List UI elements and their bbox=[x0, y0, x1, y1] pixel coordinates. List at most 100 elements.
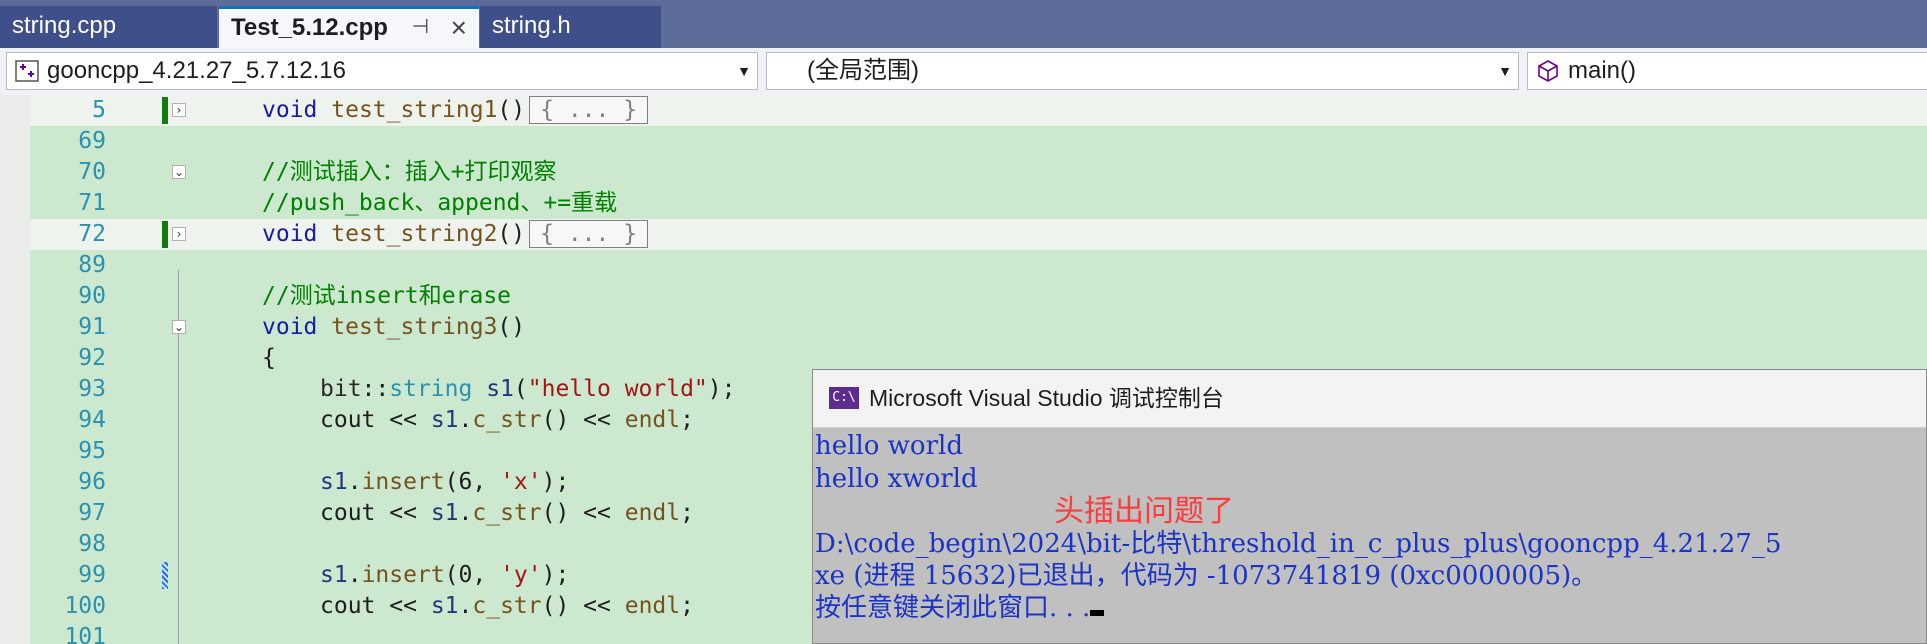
console-output-line: hello world bbox=[815, 431, 963, 461]
method: c_str bbox=[472, 593, 542, 619]
method-cube-icon bbox=[1538, 60, 1558, 82]
identifier: endl bbox=[624, 500, 681, 526]
text-cursor bbox=[1090, 610, 1105, 616]
identifier: endl bbox=[624, 593, 681, 619]
line-number: 96 bbox=[78, 469, 106, 495]
collapsed-block[interactable]: { ... } bbox=[529, 96, 649, 124]
member-name: main() bbox=[1568, 57, 1637, 84]
scope-dropdown[interactable]: (全局范围) ▼ bbox=[766, 52, 1519, 90]
char-literal: 'x' bbox=[500, 469, 542, 495]
console-title-bar[interactable]: C:\ Microsoft Visual Studio 调试控制台 bbox=[813, 370, 1926, 428]
expand-icon[interactable]: › bbox=[172, 227, 186, 241]
project-icon bbox=[15, 60, 39, 82]
comment: //测试插入：插入+打印观察 bbox=[262, 159, 557, 185]
debug-console-window[interactable]: C:\ Microsoft Visual Studio 调试控制台 hello … bbox=[812, 369, 1927, 644]
code-text: cout << s1.c_str() << endl; bbox=[320, 407, 694, 433]
comment: //push_back、append、+=重载 bbox=[262, 190, 618, 216]
line-number: 90 bbox=[78, 283, 106, 309]
char-literal: 'y' bbox=[500, 562, 542, 588]
navigation-bar: gooncpp_4.21.27_5.7.12.16 ▼ (全局范围) ▼ mai… bbox=[0, 48, 1927, 95]
code-text: cout << s1.c_str() << endl; bbox=[320, 593, 694, 619]
tab-string-cpp[interactable]: string.cpp bbox=[0, 6, 218, 48]
identifier: cout bbox=[320, 407, 376, 433]
line-number: 89 bbox=[78, 252, 106, 278]
operator: << bbox=[583, 500, 611, 526]
operator: << bbox=[389, 500, 417, 526]
variable: s1 bbox=[486, 376, 514, 402]
chevron-down-icon: ▼ bbox=[737, 63, 751, 79]
line-number: 72 bbox=[78, 221, 106, 247]
code-line[interactable]: 72 › void test_string2(){ ... } bbox=[30, 219, 1927, 250]
string-literal: "hello world" bbox=[527, 376, 708, 402]
line-number: 100 bbox=[64, 593, 106, 619]
line-number: 99 bbox=[78, 562, 106, 588]
keyword: void bbox=[262, 314, 318, 340]
console-prompt-text: 按任意键关闭此窗口. . . bbox=[815, 593, 1091, 623]
type-name: string bbox=[389, 376, 473, 402]
method: c_str bbox=[472, 500, 542, 526]
operator: << bbox=[389, 593, 417, 619]
line-number: 5 bbox=[92, 97, 106, 123]
expand-icon[interactable]: › bbox=[172, 103, 186, 117]
variable: s1 bbox=[320, 469, 348, 495]
line-number: 95 bbox=[78, 438, 106, 464]
unsaved-change-marker bbox=[162, 562, 168, 589]
code-text: bit::string s1("hello world"); bbox=[320, 376, 736, 402]
change-marker bbox=[162, 221, 168, 248]
annotation-note: 头插出问题了 bbox=[1054, 495, 1234, 528]
code-line[interactable]: 71 //push_back、append、+=重载 bbox=[30, 188, 1927, 219]
document-tab-strip: string.cpp Test_5.12.cpp ⊣ × string.h bbox=[0, 0, 1927, 48]
project-name: gooncpp_4.21.27_5.7.12.16 bbox=[47, 57, 346, 84]
tab-string-h[interactable]: string.h bbox=[480, 6, 662, 48]
line-number: 98 bbox=[78, 531, 106, 557]
line-number: 97 bbox=[78, 500, 106, 526]
code-line[interactable]: 90 //测试insert和erase bbox=[30, 281, 1927, 312]
identifier: cout bbox=[320, 593, 376, 619]
method: c_str bbox=[472, 407, 542, 433]
line-number: 69 bbox=[78, 128, 106, 154]
tab-label: Test_5.12.cpp bbox=[231, 14, 388, 41]
code-line[interactable]: 69 bbox=[30, 126, 1927, 157]
code-text: void test_string3() bbox=[262, 312, 525, 343]
number-literal: 6 bbox=[458, 469, 473, 495]
line-number: 101 bbox=[64, 624, 106, 644]
variable: s1 bbox=[430, 407, 459, 433]
project-dropdown[interactable]: gooncpp_4.21.27_5.7.12.16 ▼ bbox=[6, 52, 758, 90]
line-number: 94 bbox=[78, 407, 106, 433]
editor-left-margin bbox=[0, 95, 30, 644]
code-line[interactable]: 5 › void test_string1(){ ... } bbox=[30, 95, 1927, 126]
parens: () bbox=[497, 221, 526, 247]
keyword: void bbox=[262, 221, 318, 247]
code-line[interactable]: 70 ⌄ //测试插入：插入+打印观察 bbox=[30, 157, 1927, 188]
console-output-line: xe (进程 15632)已退出，代码为 -1073741819 (0xc000… bbox=[815, 561, 1598, 591]
brace: { bbox=[262, 345, 276, 371]
pin-icon[interactable]: ⊣ bbox=[412, 9, 429, 46]
code-line[interactable]: 89 bbox=[30, 250, 1927, 281]
close-icon[interactable]: × bbox=[451, 9, 467, 46]
line-number: 92 bbox=[78, 345, 106, 371]
method: insert bbox=[361, 469, 445, 495]
tab-label: string.cpp bbox=[12, 12, 117, 39]
collapsed-block[interactable]: { ... } bbox=[529, 220, 649, 248]
code-line[interactable]: 91 ⌄ void test_string3() bbox=[30, 312, 1927, 343]
namespace: bit bbox=[320, 376, 362, 402]
collapse-icon[interactable]: ⌄ bbox=[172, 165, 186, 179]
code-text: s1.insert(6, 'x'); bbox=[320, 469, 570, 495]
chevron-down-icon: ▼ bbox=[1498, 63, 1512, 79]
tab-test-5-12-cpp[interactable]: Test_5.12.cpp ⊣ × bbox=[219, 6, 479, 48]
collapse-icon[interactable]: ⌄ bbox=[172, 320, 186, 334]
line-number: 71 bbox=[78, 190, 106, 216]
operator: << bbox=[583, 407, 611, 433]
line-number: 91 bbox=[78, 314, 106, 340]
function-name: test_string1 bbox=[331, 97, 498, 123]
variable: s1 bbox=[430, 593, 459, 619]
keyword: void bbox=[262, 97, 318, 123]
console-output-line: 按任意键关闭此窗口. . . bbox=[815, 592, 1105, 624]
line-number: 93 bbox=[78, 376, 106, 402]
console-app-icon: C:\ bbox=[829, 387, 859, 409]
operator: << bbox=[389, 407, 417, 433]
member-dropdown[interactable]: main() bbox=[1527, 52, 1927, 90]
variable: s1 bbox=[320, 562, 348, 588]
scope-name: (全局范围) bbox=[807, 57, 919, 84]
code-text: void test_string2(){ ... } bbox=[262, 219, 649, 250]
